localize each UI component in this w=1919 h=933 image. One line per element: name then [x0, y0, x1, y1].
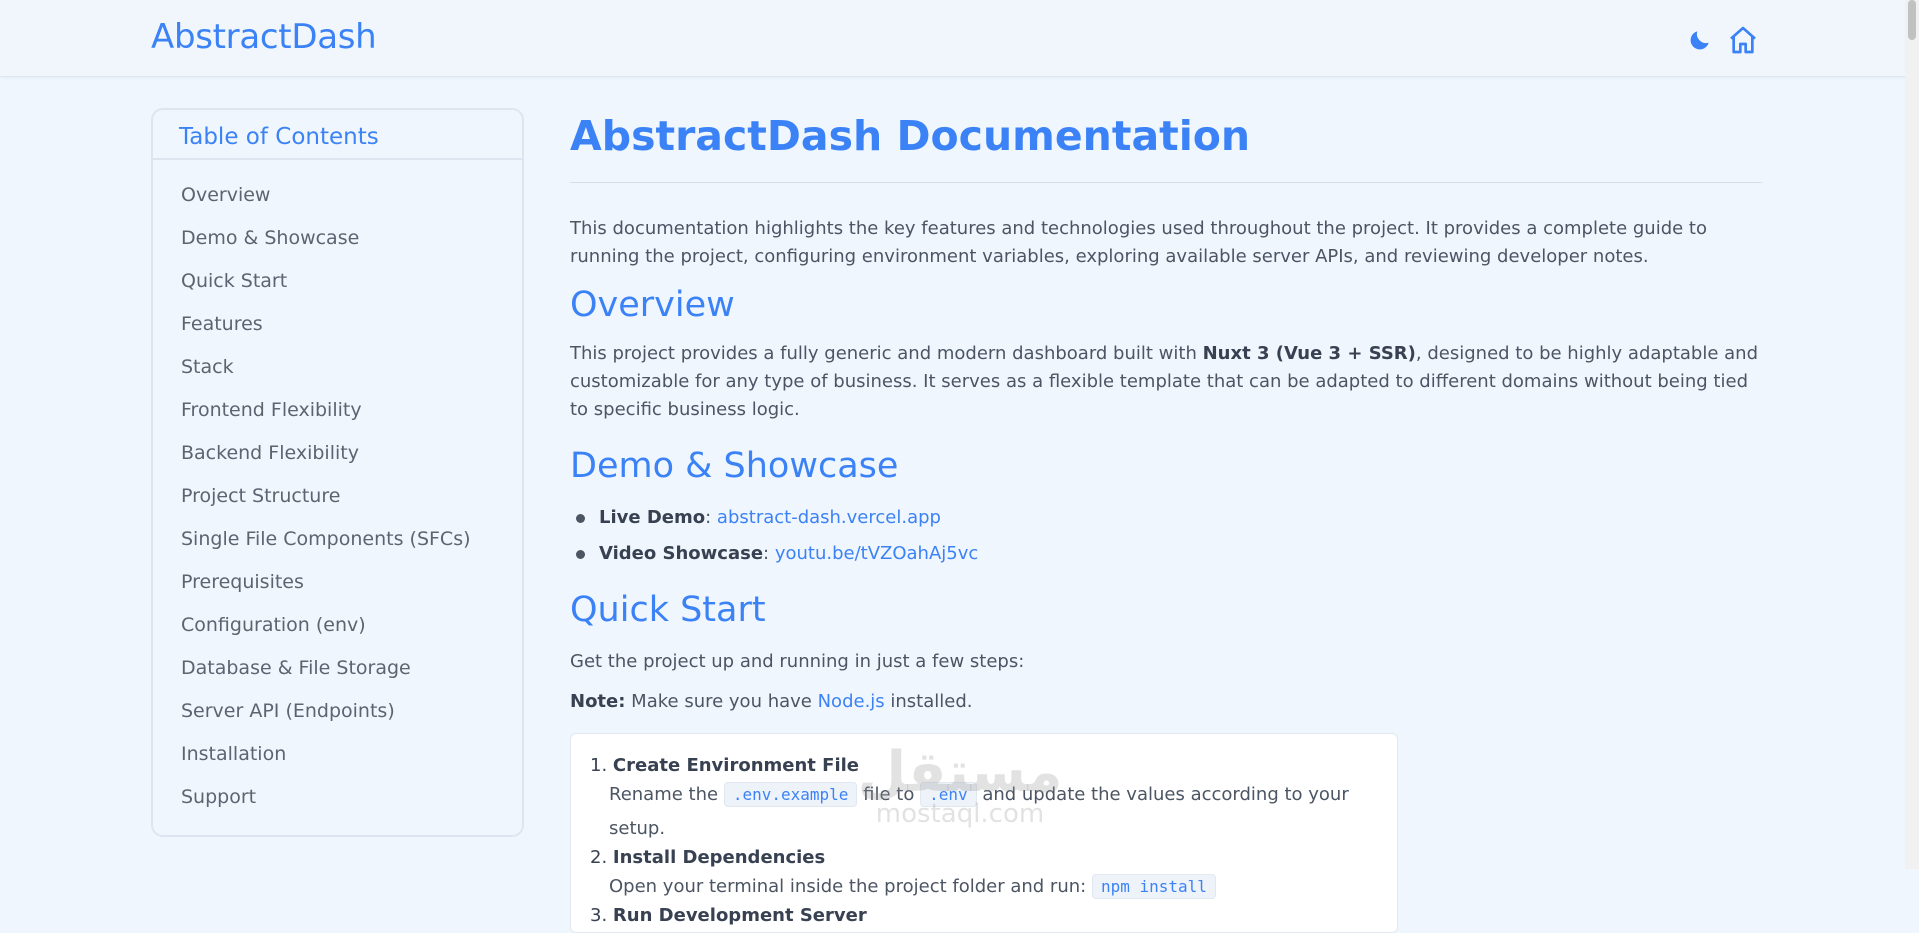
list-item: Live Demo: abstract-dash.vercel.app — [570, 500, 1762, 536]
step-text: Open your terminal inside the project fo… — [609, 876, 1092, 897]
overview-text-before: This project provides a fully generic an… — [570, 343, 1203, 364]
toc-item-database-file-storage[interactable]: Database & File Storage — [153, 647, 522, 690]
list-item: Video Showcase: youtu.be/tVZOahAj5vc — [570, 536, 1762, 572]
note-label: Note: — [570, 691, 626, 712]
note-paragraph: Note: Make sure you have Node.js install… — [570, 688, 1762, 716]
table-of-contents: Table of Contents Overview Demo & Showca… — [151, 108, 524, 837]
toc-item-features[interactable]: Features — [153, 303, 522, 346]
step-text: Rename the — [609, 784, 724, 805]
toc-item-project-structure[interactable]: Project Structure — [153, 475, 522, 518]
step-title: Create Environment File — [612, 755, 860, 776]
nodejs-link[interactable]: Node.js — [818, 691, 885, 712]
demo-heading: Demo & Showcase — [570, 446, 899, 486]
toc-item-stack[interactable]: Stack — [153, 346, 522, 389]
main-content: AbstractDash Documentation This document… — [570, 108, 1762, 933]
step-item: 1. Create Environment File Rename the .e… — [590, 754, 1397, 846]
intro-paragraph: This documentation highlights the key fe… — [570, 218, 1707, 267]
separator: : — [705, 507, 717, 528]
step-heading: 1. Create Environment File — [590, 754, 1397, 778]
env-code: .env — [920, 782, 977, 807]
overview-text-bold: Nuxt 3 (Vue 3 + SSR) — [1202, 343, 1416, 364]
step-body: Open your terminal inside the project fo… — [590, 870, 1397, 904]
env-example-code: .env.example — [723, 782, 858, 807]
step-body: Rename the .env.example file to .env and… — [590, 778, 1397, 846]
scrollbar[interactable] — [1905, 0, 1919, 869]
top-icons — [1687, 24, 1759, 56]
toc-item-demo-showcase[interactable]: Demo & Showcase — [153, 217, 522, 260]
page-title: AbstractDash Documentation — [570, 112, 1762, 183]
step-number: 3. — [590, 905, 608, 926]
moon-icon[interactable] — [1687, 27, 1713, 53]
toc-item-quick-start[interactable]: Quick Start — [153, 260, 522, 303]
live-demo-link[interactable]: abstract-dash.vercel.app — [717, 507, 941, 528]
step-heading: 3. Run Development Server — [590, 904, 1397, 928]
toc-item-backend-flexibility[interactable]: Backend Flexibility — [153, 432, 522, 475]
quick-start-steps: 1. Create Environment File Rename the .e… — [570, 733, 1398, 933]
video-showcase-link[interactable]: youtu.be/tVZOahAj5vc — [775, 543, 978, 564]
toc-list: Overview Demo & Showcase Quick Start Fea… — [153, 160, 522, 819]
toc-item-overview[interactable]: Overview — [153, 174, 522, 217]
toc-item-support[interactable]: Support — [153, 776, 522, 819]
step-title: Install Dependencies — [612, 847, 826, 868]
home-icon[interactable] — [1727, 24, 1759, 56]
toc-item-configuration[interactable]: Configuration (env) — [153, 604, 522, 647]
overview-paragraph: This project provides a fully generic an… — [570, 340, 1762, 424]
scrollbar-thumb[interactable] — [1908, 0, 1916, 40]
separator: : — [763, 543, 775, 564]
step-number: 1. — [590, 755, 608, 776]
quick-start-heading: Quick Start — [570, 590, 766, 630]
quick-start-paragraph: Get the project up and running in just a… — [570, 651, 1025, 672]
step-number: 2. — [590, 847, 608, 868]
toc-item-installation[interactable]: Installation — [153, 733, 522, 776]
step-heading: 2. Install Dependencies — [590, 846, 1397, 870]
overview-heading: Overview — [570, 285, 735, 325]
note-text: Make sure you have — [625, 691, 818, 712]
step-title: Run Development Server — [612, 905, 867, 926]
toc-item-sfcs[interactable]: Single File Components (SFCs) — [153, 518, 522, 561]
brand-logo-text[interactable]: AbstractDash — [151, 17, 377, 57]
video-showcase-label: Video Showcase — [599, 543, 764, 564]
live-demo-label: Live Demo — [599, 507, 706, 528]
top-navbar: AbstractDash — [0, 0, 1919, 77]
demo-list: Live Demo: abstract-dash.vercel.app Vide… — [570, 500, 1762, 572]
note-text-end: installed. — [884, 691, 973, 712]
toc-item-frontend-flexibility[interactable]: Frontend Flexibility — [153, 389, 522, 432]
toc-item-server-api[interactable]: Server API (Endpoints) — [153, 690, 522, 733]
toc-title: Table of Contents — [153, 110, 522, 160]
npm-install-code: npm install — [1091, 874, 1216, 899]
step-item: 3. Run Development Server — [590, 904, 1397, 928]
step-text: file to — [857, 784, 921, 805]
step-item: 2. Install Dependencies Open your termin… — [590, 846, 1397, 904]
toc-item-prerequisites[interactable]: Prerequisites — [153, 561, 522, 604]
